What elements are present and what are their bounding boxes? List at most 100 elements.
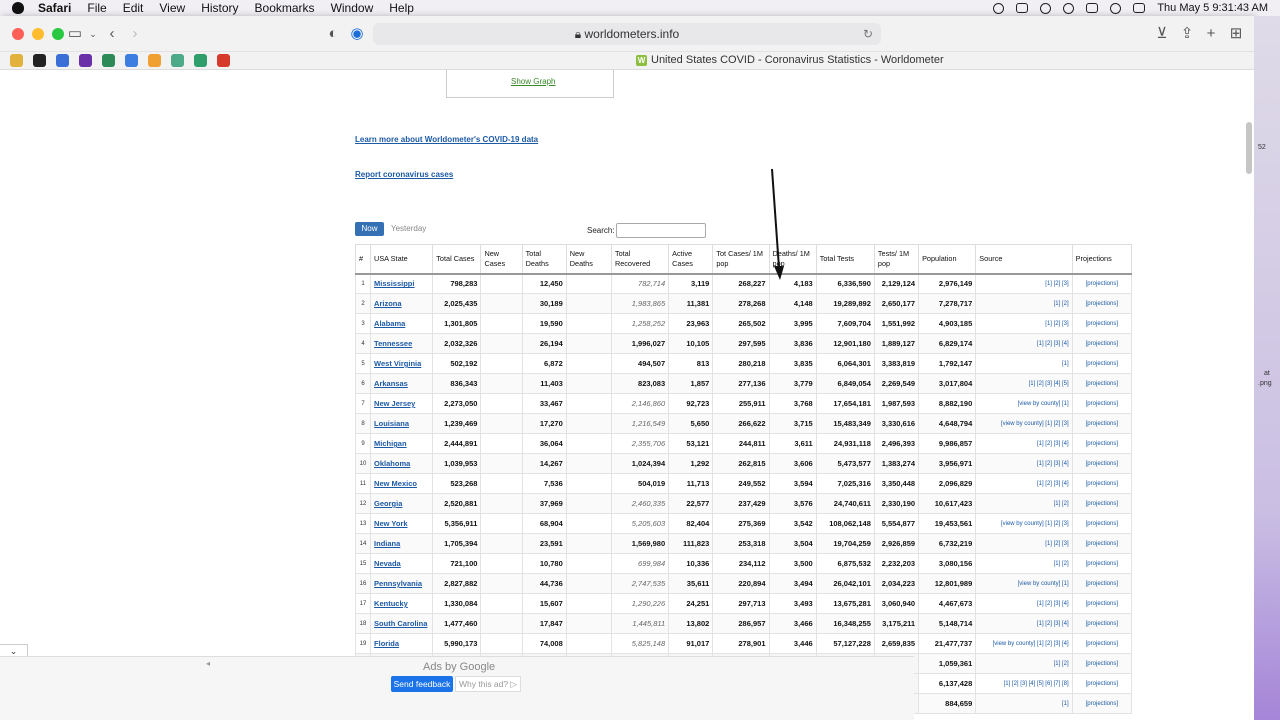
state-link[interactable]: New Jersey <box>374 399 415 408</box>
tab-title[interactable]: W United States COVID - Coronavirus Stat… <box>636 54 944 66</box>
why-this-ad-button[interactable]: Why this ad? ▷ <box>455 676 521 692</box>
report-cases-link[interactable]: Report coronavirus cases <box>355 170 453 179</box>
bookmark-icon[interactable] <box>33 54 46 67</box>
column-header[interactable]: New Deaths <box>565 244 612 275</box>
bookmark-icon[interactable] <box>125 54 138 67</box>
cell-proj[interactable]: [projections] <box>1071 653 1133 674</box>
cell-source[interactable]: [1] [2] [3] <box>975 313 1073 334</box>
cell-proj[interactable]: [projections] <box>1071 473 1133 494</box>
tab-overview-icon[interactable]: ⊞ <box>1227 25 1245 43</box>
back-icon[interactable]: ‹ <box>103 25 121 43</box>
cell-proj[interactable]: [projections] <box>1071 613 1133 634</box>
cell-source[interactable]: [1] [2] [3] [4] <box>975 613 1073 634</box>
cell-source[interactable]: [1] <box>975 693 1073 714</box>
column-header[interactable]: Total Recovered <box>610 244 670 275</box>
state-link[interactable]: West Virginia <box>374 359 421 368</box>
cell-source[interactable]: [1] [2] [3] [4] <box>975 433 1073 454</box>
cell-source[interactable]: [view by county] [1] [2] [3] [4] <box>975 633 1073 654</box>
cell-proj[interactable]: [projections] <box>1071 333 1133 354</box>
column-header[interactable]: Active Cases <box>668 244 714 275</box>
state-link[interactable]: Michigan <box>374 439 407 448</box>
menu-clock[interactable]: Thu May 5 9:31:43 AM <box>1157 2 1268 14</box>
cell-proj[interactable]: [projections] <box>1071 573 1133 594</box>
state-link[interactable]: Arkansas <box>374 379 408 388</box>
column-header[interactable]: Source <box>975 244 1073 275</box>
play-icon[interactable] <box>993 2 1005 14</box>
column-header[interactable]: Tests/ 1M pop <box>873 244 920 275</box>
state-link[interactable]: Alabama <box>374 319 405 328</box>
cell-source[interactable]: [view by county] [1] [2] [3] <box>975 513 1073 534</box>
sidebar-toggle-icon[interactable]: ▭ <box>66 25 84 43</box>
reload-icon[interactable]: ↻ <box>863 23 873 45</box>
bookmark-icon[interactable] <box>10 54 23 67</box>
menu-help[interactable]: Help <box>389 1 414 15</box>
state-link[interactable]: New Mexico <box>374 479 417 488</box>
extension-icon[interactable]: ◉ <box>348 25 366 43</box>
cell-source[interactable]: [view by county] [1] [2] [3] <box>975 413 1073 434</box>
zoom-window-button[interactable] <box>52 27 64 40</box>
cell-source[interactable]: [1] [2] [3] <box>975 533 1073 554</box>
bookmark-icon[interactable] <box>56 54 69 67</box>
search-input[interactable] <box>616 223 706 238</box>
close-window-button[interactable] <box>12 27 24 40</box>
cell-proj[interactable]: [projections] <box>1071 353 1133 374</box>
volume-icon[interactable] <box>1063 2 1075 14</box>
cell-source[interactable]: [view by county] [1] <box>975 573 1073 594</box>
chevron-down-icon[interactable]: ⌄ <box>84 25 102 43</box>
column-header[interactable]: Tot Cases/ 1M pop <box>712 244 770 275</box>
cell-source[interactable]: [1] [2] [3] [4] [5] [6] [7] [8] <box>975 673 1073 694</box>
show-graph-link[interactable]: Show Graph <box>511 77 555 86</box>
cell-proj[interactable]: [projections] <box>1071 393 1133 414</box>
state-link[interactable]: Nevada <box>374 559 401 568</box>
send-feedback-button[interactable]: Send feedback <box>391 676 453 692</box>
column-header[interactable]: Total Cases <box>432 244 482 275</box>
cell-source[interactable]: [1] [2] [3] [4] <box>975 333 1073 354</box>
state-link[interactable]: Pennsylvania <box>374 579 422 588</box>
menu-window[interactable]: Window <box>331 1 374 15</box>
cell-source[interactable]: [1] [2] <box>975 293 1073 314</box>
spotlight-search-icon[interactable] <box>1110 2 1122 14</box>
now-tab[interactable]: Now <box>355 222 384 236</box>
page-scrollbar[interactable] <box>1246 122 1252 174</box>
menu-file[interactable]: File <box>87 1 106 15</box>
state-link[interactable]: South Carolina <box>374 619 427 628</box>
menu-edit[interactable]: Edit <box>123 1 144 15</box>
cell-source[interactable]: [1] [2] [3] <box>975 273 1073 294</box>
column-header[interactable]: Deaths/ 1M pop <box>768 244 817 275</box>
cell-proj[interactable]: [projections] <box>1071 413 1133 434</box>
cell-source[interactable]: [1] [2] [3] [4] [5] <box>975 373 1073 394</box>
cell-source[interactable]: [view by county] [1] <box>975 393 1073 414</box>
bookmark-icon[interactable] <box>148 54 161 67</box>
state-link[interactable]: Oklahoma <box>374 459 410 468</box>
bookmark-icon[interactable] <box>217 54 230 67</box>
bookmark-icon[interactable] <box>102 54 115 67</box>
cell-proj[interactable]: [projections] <box>1071 293 1133 314</box>
control-center-icon[interactable] <box>1133 3 1146 13</box>
column-header[interactable]: # <box>354 244 372 275</box>
state-link[interactable]: Georgia <box>374 499 402 508</box>
column-header[interactable]: Population <box>918 244 977 275</box>
cell-proj[interactable]: [projections] <box>1071 553 1133 574</box>
minimize-window-button[interactable] <box>32 27 44 40</box>
cell-source[interactable]: [1] [2] [3] [4] <box>975 453 1073 474</box>
cell-proj[interactable]: [projections] <box>1071 673 1133 694</box>
cell-proj[interactable]: [projections] <box>1071 373 1133 394</box>
state-link[interactable]: Kentucky <box>374 599 408 608</box>
cell-proj[interactable]: [projections] <box>1071 513 1133 534</box>
cell-source[interactable]: [1] [2] <box>975 653 1073 674</box>
cell-source[interactable]: [1] <box>975 353 1073 374</box>
column-header[interactable]: New Cases <box>480 244 523 275</box>
state-link[interactable]: Louisiana <box>374 419 409 428</box>
state-link[interactable]: New York <box>374 519 408 528</box>
apple-icon[interactable] <box>12 2 24 14</box>
learn-more-link[interactable]: Learn more about Worldometer's COVID-19 … <box>355 135 538 144</box>
cell-proj[interactable]: [projections] <box>1071 313 1133 334</box>
cell-source[interactable]: [1] [2] <box>975 553 1073 574</box>
column-header[interactable]: Total Deaths <box>521 244 567 275</box>
downloads-icon[interactable]: ⊻ <box>1153 25 1171 43</box>
keyboard-icon[interactable] <box>1016 3 1029 13</box>
cell-proj[interactable]: [projections] <box>1071 693 1133 714</box>
cell-proj[interactable]: [projections] <box>1071 633 1133 654</box>
state-link[interactable]: Indiana <box>374 539 400 548</box>
state-link[interactable]: Florida <box>374 639 399 648</box>
